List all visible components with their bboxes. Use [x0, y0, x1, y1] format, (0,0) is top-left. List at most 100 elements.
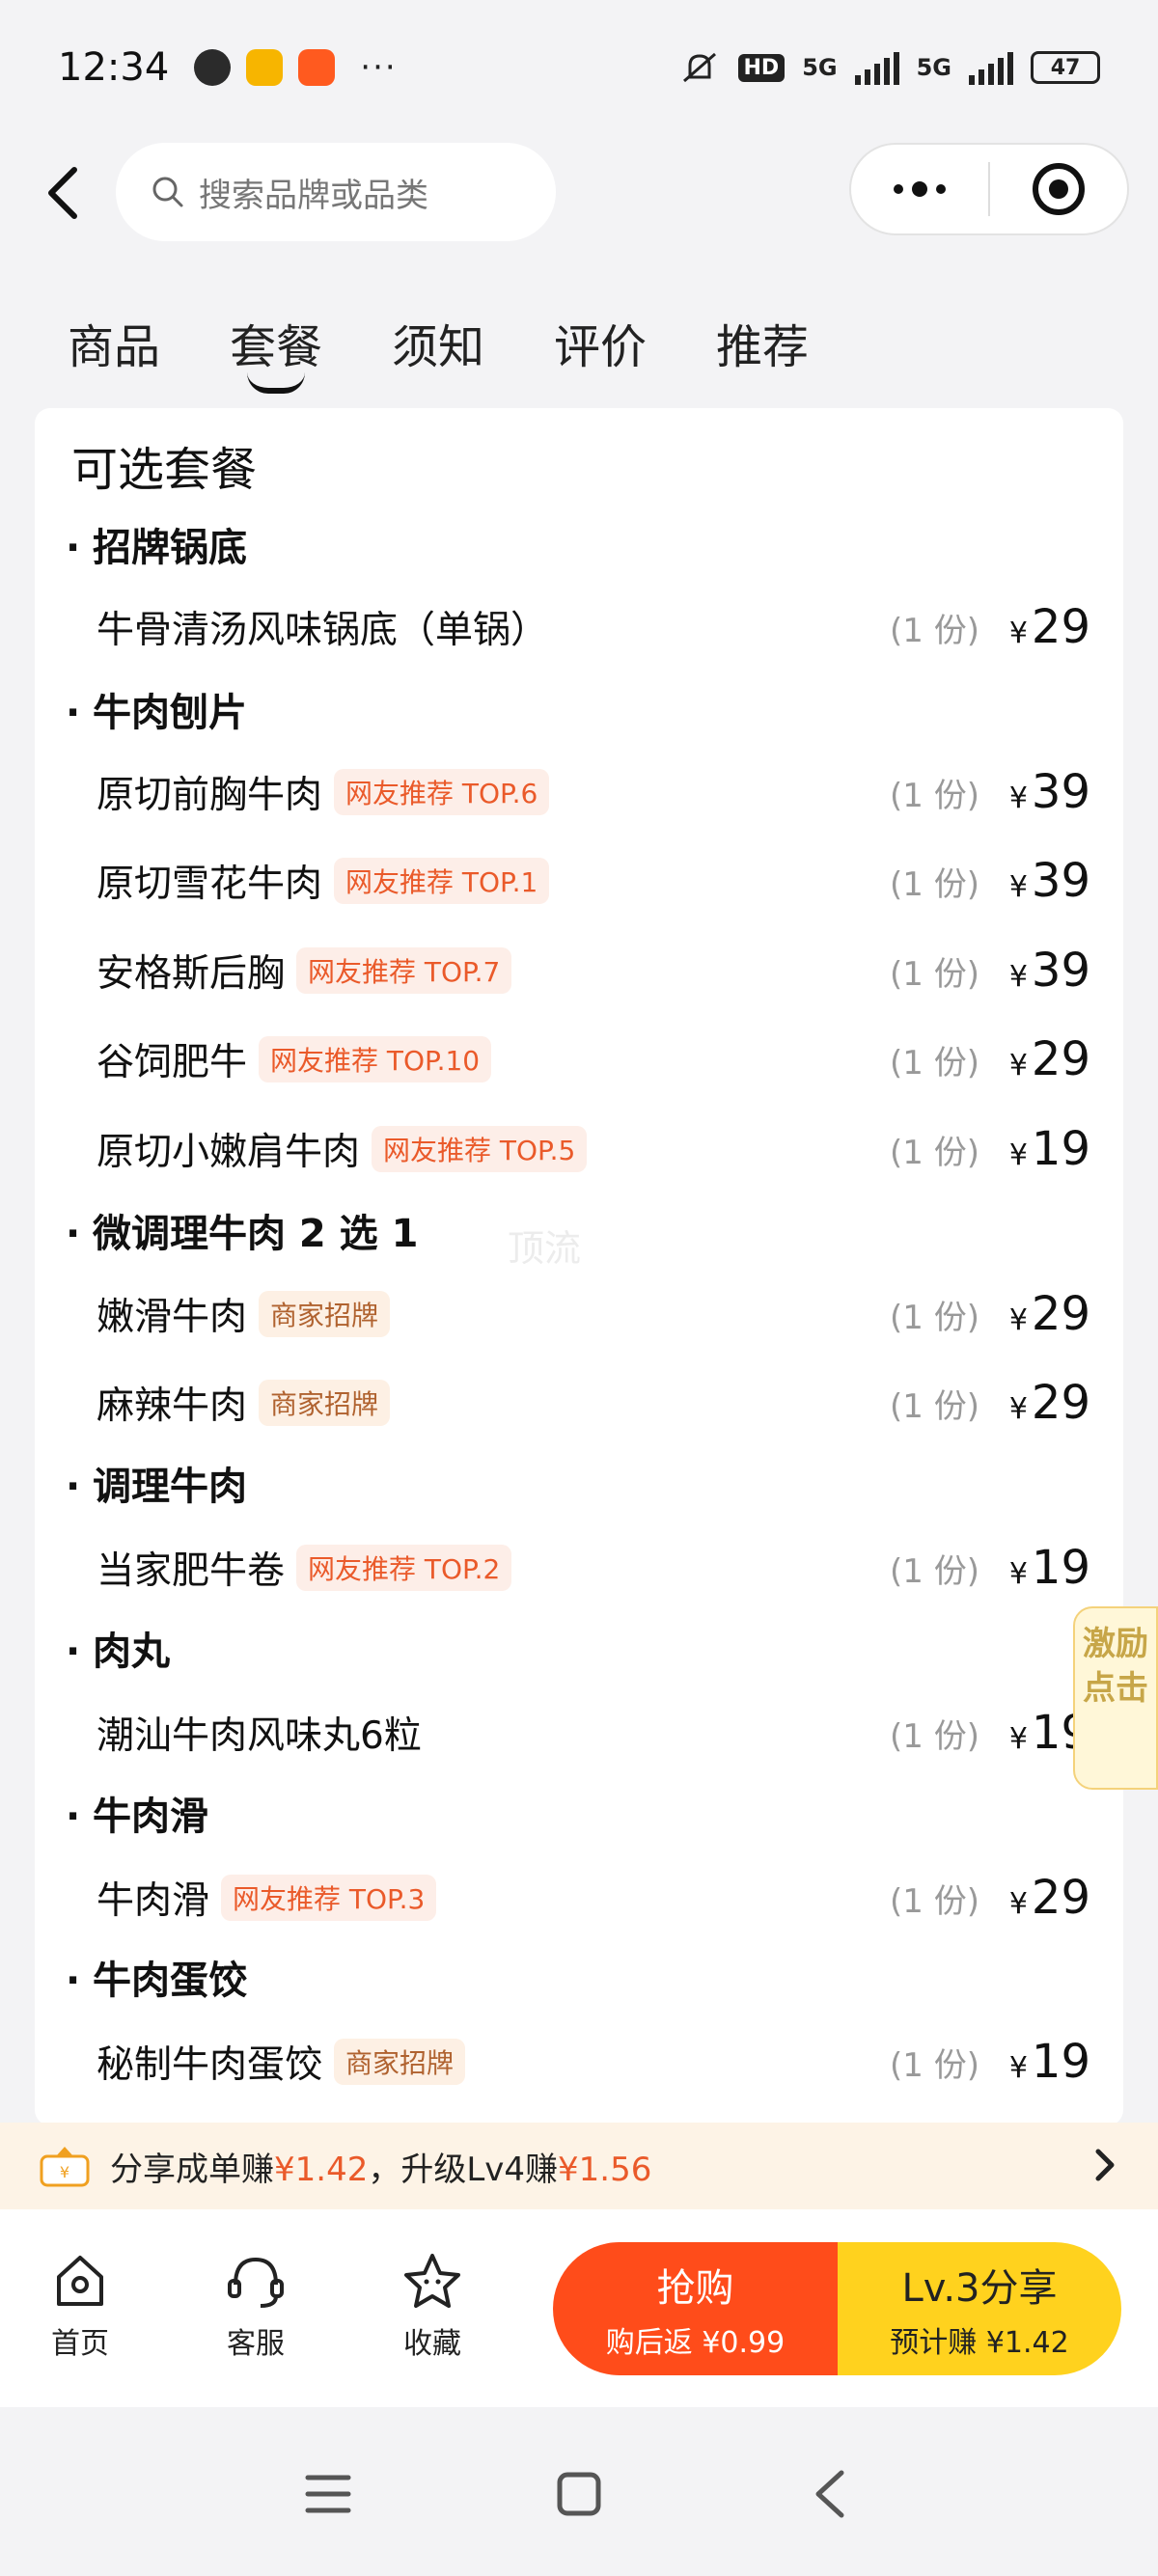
home-button[interactable]: [540, 2460, 618, 2528]
category-heading: · 牛肉蛋饺: [66, 1959, 247, 2003]
tab-goods[interactable]: 商品: [68, 309, 230, 376]
menu-item: 嫩滑牛肉 商家招牌 (1 份) ¥29: [96, 1285, 1090, 1343]
menu-lines-icon: [305, 2475, 351, 2513]
item-price: ¥29: [1008, 1287, 1090, 1341]
buy-cashback: 购后返 ¥0.99: [605, 2326, 786, 2360]
category-heading: · 招牌锅底: [66, 526, 247, 570]
category-heading: · 牛肉刨片: [66, 691, 247, 735]
item-name: 当家肥牛卷: [96, 1549, 286, 1593]
tab-package[interactable]: 套餐: [230, 309, 392, 394]
category-heading: · 肉丸: [66, 1630, 170, 1674]
category-heading: · 调理牛肉: [66, 1465, 247, 1509]
item-qty: (1 份): [890, 1881, 979, 1921]
item-price: ¥39: [1008, 944, 1090, 998]
merchant-tag: 商家招牌: [259, 1291, 391, 1337]
merchant-tag: 商家招牌: [334, 2039, 466, 2085]
share-button[interactable]: Lv.3分享 预计赚 ¥1.42: [838, 2242, 1121, 2375]
status-app-icons: ···: [194, 48, 397, 87]
item-name: 麻辣牛肉: [96, 1384, 248, 1428]
star-icon: [404, 2254, 460, 2308]
target-icon: [1033, 163, 1085, 215]
category-heading: · 牛肉滑: [66, 1795, 208, 1839]
battery-icon: 47: [1031, 51, 1100, 84]
status-time: 12:34: [58, 45, 170, 90]
recommend-tag: 网友推荐 TOP.1: [334, 858, 550, 904]
menu-item: 潮汕牛肉风味丸6粒 (1 份) ¥19: [96, 1704, 1090, 1762]
nav-home-label: 首页: [51, 2327, 109, 2361]
menu-item: 谷饲肥牛 网友推荐 TOP.10 (1 份) ¥29: [96, 1030, 1090, 1088]
menu-item: 当家肥牛卷 网友推荐 TOP.2 (1 份) ¥19: [96, 1539, 1090, 1597]
search-input[interactable]: 搜索品牌或品类: [116, 143, 556, 241]
chevron-left-icon: [48, 167, 77, 219]
mute-icon: [682, 52, 716, 83]
nav-customer-service[interactable]: 客服: [203, 2250, 309, 2362]
share-earn-text: 分享成单赚¥1.42，升级Lv4赚¥1.56: [110, 2150, 652, 2189]
item-qty: (1 份): [890, 2045, 979, 2085]
nav-favorite-label: 收藏: [403, 2327, 461, 2361]
item-qty: (1 份): [890, 1716, 979, 1756]
section-title: 可选套餐: [71, 443, 258, 497]
merchant-tag: 商家招牌: [259, 1380, 391, 1426]
header: 搜索品牌或品类: [0, 135, 1158, 251]
package-card: 可选套餐 顶流 · 招牌锅底 牛骨清汤风味锅底（单锅） (1 份) ¥29 · 牛肉…: [35, 408, 1123, 2125]
tab-reviews[interactable]: 评价: [554, 309, 716, 376]
nav-favorite[interactable]: 收藏: [379, 2250, 485, 2362]
menu-item: 牛肉滑 网友推荐 TOP.3 (1 份) ¥29: [96, 1869, 1090, 1927]
category-heading: · 微调理牛肉 2 选 1: [66, 1212, 419, 1256]
menu-item: 原切小嫩肩牛肉 网友推荐 TOP.5 (1 份) ¥19: [96, 1120, 1090, 1178]
recommend-tag: 网友推荐 TOP.10: [259, 1036, 492, 1082]
item-qty: (1 份): [890, 864, 979, 904]
incentive-label-1: 激励: [1083, 1625, 1148, 1663]
item-qty: (1 份): [890, 1386, 979, 1426]
item-price: ¥19: [1008, 2035, 1090, 2089]
item-price: ¥29: [1008, 1871, 1090, 1925]
buy-now-button[interactable]: 抢购 购后返 ¥0.99: [553, 2242, 838, 2375]
item-name: 谷饲肥牛: [96, 1041, 248, 1084]
menu-item: 安格斯后胸 网友推荐 TOP.7 (1 份) ¥39: [96, 942, 1090, 1000]
system-nav-bar: [0, 2407, 1158, 2576]
search-placeholder: 搜索品牌或品类: [199, 176, 428, 215]
mini-program-capsule: [849, 143, 1129, 235]
taobao-app-icon: [298, 49, 336, 86]
notes-app-icon: [246, 49, 284, 86]
incentive-label-2: 点击: [1083, 1669, 1148, 1708]
item-name: 原切小嫩肩牛肉: [96, 1131, 361, 1174]
more-menu-button[interactable]: [851, 145, 988, 233]
system-back-button[interactable]: [791, 2460, 868, 2528]
close-mini-program-button[interactable]: [990, 145, 1127, 233]
back-button[interactable]: [29, 159, 96, 227]
more-notifications-icon: ···: [360, 48, 398, 87]
share-earnings: 预计赚 ¥1.42: [890, 2326, 1069, 2360]
headset-icon: [228, 2257, 284, 2308]
item-price: ¥19: [1008, 1122, 1090, 1176]
menu-item: 原切雪花牛肉 网友推荐 TOP.1 (1 份) ¥39: [96, 852, 1090, 910]
recommend-tag: 网友推荐 TOP.5: [372, 1126, 588, 1172]
share-earn-bar[interactable]: ¥ 分享成单赚¥1.42，升级Lv4赚¥1.56: [0, 2123, 1158, 2209]
item-price: ¥29: [1008, 1376, 1090, 1430]
clock-app-icon: [194, 49, 232, 86]
share-label: Lv.3分享: [901, 2266, 1058, 2311]
nav-home[interactable]: 首页: [27, 2250, 133, 2362]
recommend-tag: 网友推荐 TOP.3: [221, 1875, 437, 1921]
menu-item: 秘制牛肉蛋饺 商家招牌 (1 份) ¥19: [96, 2033, 1090, 2091]
item-qty: (1 份): [890, 1298, 979, 1337]
item-price: ¥39: [1008, 765, 1090, 819]
menu-item: 原切前胸牛肉 网友推荐 TOP.6 (1 份) ¥39: [96, 763, 1090, 821]
menu-item: 牛骨清汤风味锅底（单锅） (1 份) ¥29: [96, 598, 1090, 656]
triangle-back-icon: [815, 2470, 844, 2518]
incentive-float-button[interactable]: 激励 点击: [1073, 1606, 1158, 1790]
nav-service-label: 客服: [227, 2327, 285, 2361]
item-name: 牛肉滑: [96, 1879, 210, 1923]
recents-button[interactable]: [290, 2460, 367, 2528]
chevron-right-icon: [1095, 2149, 1115, 2181]
item-price: ¥29: [1008, 1032, 1090, 1086]
tab-notice[interactable]: 须知: [392, 309, 554, 376]
home-icon: [57, 2256, 103, 2306]
tab-bar: 商品 套餐 须知 评价 推荐: [68, 309, 878, 394]
svg-text:¥: ¥: [60, 2163, 69, 2181]
item-qty: (1 份): [890, 611, 979, 650]
hd-icon: HD: [737, 53, 786, 82]
tab-recommend[interactable]: 推荐: [716, 309, 878, 376]
item-name: 嫩滑牛肉: [96, 1296, 248, 1339]
item-name: 秘制牛肉蛋饺: [96, 2043, 323, 2087]
